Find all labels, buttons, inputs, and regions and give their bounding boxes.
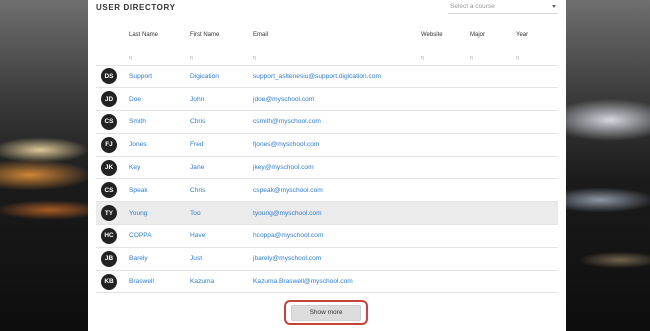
first-name-cell[interactable]: Jane [187, 156, 250, 180]
search-icon: q [253, 54, 256, 61]
website-filter[interactable]: q [418, 45, 467, 66]
col-website-header[interactable]: Website [418, 25, 467, 45]
avatar[interactable]: CS [101, 182, 117, 199]
avatar[interactable]: TY [101, 205, 117, 222]
table-row[interactable]: HC COPPA Have hcoppa@myschool.com [96, 224, 558, 248]
user-directory-panel: USER DIRECTORY Select a course Last Name… [88, 0, 566, 331]
email-cell[interactable]: support_asltenesiu@support.digication.co… [250, 65, 418, 89]
course-select[interactable]: Select a course [448, 0, 558, 14]
year-filter[interactable]: q [513, 45, 558, 66]
email-cell[interactable]: fjones@myschool.com [250, 133, 418, 157]
last-name-filter[interactable]: q [126, 45, 187, 66]
table-header-row: Last Name First Name Email Website Major… [96, 25, 558, 45]
avatar[interactable]: JD [101, 91, 117, 108]
table-row[interactable]: JK Key Jane jkey@myschool.com [96, 156, 558, 180]
last-name-cell[interactable]: COPPA [126, 224, 187, 248]
search-icon: q [516, 54, 519, 61]
search-icon: q [470, 54, 473, 61]
avatar[interactable]: FJ [101, 136, 117, 153]
course-select-placeholder: Select a course [450, 3, 495, 10]
first-name-cell[interactable]: Fred [187, 133, 250, 157]
first-name-cell[interactable]: Just [187, 247, 250, 271]
col-year-header[interactable]: Year [513, 25, 558, 45]
last-name-cell[interactable]: Support [126, 65, 187, 89]
avatar[interactable]: DS [101, 68, 117, 85]
page-title: USER DIRECTORY [96, 3, 176, 12]
first-name-cell[interactable]: Chris [187, 178, 250, 203]
avatar[interactable]: KB [101, 273, 117, 290]
first-name-cell[interactable]: Digication [187, 65, 250, 89]
avatar[interactable]: JK [101, 159, 117, 176]
show-more-callout: Show more [284, 300, 368, 325]
first-name-cell[interactable]: Too [187, 201, 250, 226]
email-cell[interactable]: csmith@myschool.com [250, 110, 418, 134]
chevron-down-icon [552, 5, 556, 8]
col-avatar-header [96, 25, 126, 45]
col-first-name-header[interactable]: First Name [187, 25, 250, 45]
table-row[interactable]: CS Speak Chris cspeak@myschool.com [96, 178, 558, 203]
email-cell[interactable]: tyoung@myschool.com [250, 201, 418, 226]
table-row[interactable]: JB Barely Just jbarely@myschool.com [96, 247, 558, 271]
major-filter[interactable]: q [467, 45, 513, 66]
last-name-cell[interactable]: Key [126, 156, 187, 180]
avatar[interactable]: HC [101, 227, 117, 244]
last-name-cell[interactable]: Barely [126, 247, 187, 271]
user-table: Last Name First Name Email Website Major… [96, 25, 558, 294]
first-name-filter[interactable]: q [187, 45, 250, 66]
avatar[interactable]: JB [101, 250, 117, 267]
col-email-header[interactable]: Email [250, 25, 418, 45]
email-cell[interactable]: jdoe@myschool.com [250, 87, 418, 112]
show-more-button[interactable]: Show more [291, 304, 361, 321]
table-row[interactable]: JD Doe John jdoe@myschool.com [96, 87, 558, 112]
table-row[interactable]: FJ Jones Fred fjones@myschool.com [96, 133, 558, 157]
email-cell[interactable]: cspeak@myschool.com [250, 178, 418, 203]
table-row[interactable]: TY Young Too tyoung@myschool.com [96, 201, 558, 226]
last-name-cell[interactable]: Braswell [126, 270, 187, 294]
first-name-cell[interactable]: Chris [187, 110, 250, 134]
last-name-cell[interactable]: Jones [126, 133, 187, 157]
first-name-cell[interactable]: Kazuma [187, 270, 250, 294]
first-name-cell[interactable]: John [187, 87, 250, 112]
email-filter[interactable]: q [250, 45, 418, 66]
last-name-cell[interactable]: Smith [126, 110, 187, 134]
search-icon: q [190, 54, 193, 61]
col-last-name-header[interactable]: Last Name [126, 25, 187, 45]
col-major-header[interactable]: Major [467, 25, 513, 45]
table-row[interactable]: KB Braswell Kazuma Kazuma.Braswell@mysch… [96, 270, 558, 294]
last-name-cell[interactable]: Speak [126, 178, 187, 203]
last-name-cell[interactable]: Doe [126, 87, 187, 112]
email-cell[interactable]: jkey@myschool.com [250, 156, 418, 180]
email-cell[interactable]: Kazuma.Braswell@myschool.com [250, 270, 418, 294]
filter-row: q q q q q q [96, 45, 558, 66]
last-name-cell[interactable]: Young [126, 201, 187, 226]
table-row[interactable]: CS Smith Chris csmith@myschool.com [96, 110, 558, 134]
avatar[interactable]: CS [101, 113, 117, 130]
email-cell[interactable]: jbarely@myschool.com [250, 247, 418, 271]
email-cell[interactable]: hcoppa@myschool.com [250, 224, 418, 248]
first-name-cell[interactable]: Have [187, 224, 250, 248]
search-icon: q [421, 54, 424, 61]
table-row[interactable]: DS Support Digication support_asltenesiu… [96, 65, 558, 89]
search-icon: q [129, 54, 132, 61]
